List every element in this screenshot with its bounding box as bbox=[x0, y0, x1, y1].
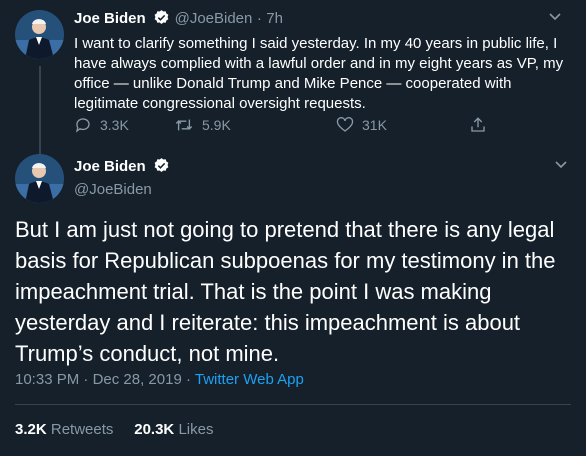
tweet-source-link[interactable]: Twitter Web App bbox=[195, 371, 304, 388]
tweet-actions: 3.3K 5.9K 31K bbox=[74, 116, 494, 136]
retweet-count: 5.9K bbox=[202, 117, 231, 133]
divider bbox=[15, 404, 571, 405]
engagement-stats: 3.2K Retweets 20.3K Likes bbox=[15, 421, 213, 438]
chevron-down-icon[interactable] bbox=[553, 156, 569, 177]
retweet-count: 3.2K bbox=[15, 421, 47, 438]
avatar[interactable] bbox=[15, 154, 64, 203]
thread-connector bbox=[39, 66, 41, 156]
like-count: 31K bbox=[362, 117, 387, 133]
tweet-time[interactable]: 10:33 PM bbox=[15, 371, 79, 388]
tweet-timestamp: 10:33 PM · Dec 28, 2019 · Twitter Web Ap… bbox=[15, 371, 304, 388]
tweet-1[interactable]: Joe Biden @JoeBiden · 7h I want to clari… bbox=[74, 9, 564, 114]
separator: · bbox=[256, 10, 262, 27]
retweets-stat[interactable]: 3.2K Retweets bbox=[15, 421, 113, 438]
tweet-time[interactable]: 7h bbox=[266, 10, 283, 27]
separator: · bbox=[83, 371, 89, 388]
likes-stat[interactable]: 20.3K Likes bbox=[134, 421, 213, 438]
like-button[interactable]: 31K bbox=[336, 116, 387, 134]
verified-icon bbox=[153, 157, 170, 179]
chevron-down-icon[interactable] bbox=[547, 8, 563, 29]
avatar-photo bbox=[15, 154, 64, 203]
share-button[interactable] bbox=[469, 116, 487, 134]
reply-count: 3.3K bbox=[100, 117, 129, 133]
avatar-photo bbox=[15, 10, 64, 59]
like-count: 20.3K bbox=[134, 421, 175, 438]
avatar[interactable] bbox=[15, 10, 64, 59]
tweet-2-header[interactable]: Joe Biden @JoeBiden bbox=[74, 157, 170, 198]
retweets-label: Retweets bbox=[50, 421, 114, 438]
author-name[interactable]: Joe Biden bbox=[74, 10, 146, 27]
tweet-date[interactable]: Dec 28, 2019 bbox=[93, 371, 182, 388]
author-name[interactable]: Joe Biden bbox=[74, 158, 146, 175]
retweet-button[interactable]: 5.9K bbox=[174, 116, 231, 134]
tweet-text: But I am just not going to pretend that … bbox=[15, 217, 556, 366]
author-handle[interactable]: @JoeBiden bbox=[74, 181, 170, 198]
retweet-icon bbox=[175, 119, 193, 131]
tweet-text: I want to clarify something I said yeste… bbox=[74, 35, 564, 112]
verified-icon bbox=[153, 9, 170, 31]
reply-icon bbox=[75, 118, 90, 133]
share-icon bbox=[471, 117, 485, 132]
separator: · bbox=[185, 371, 191, 388]
reply-button[interactable]: 3.3K bbox=[74, 116, 129, 134]
like-icon bbox=[336, 117, 354, 132]
likes-label: Likes bbox=[178, 421, 214, 438]
author-handle[interactable]: @JoeBiden bbox=[175, 10, 253, 27]
